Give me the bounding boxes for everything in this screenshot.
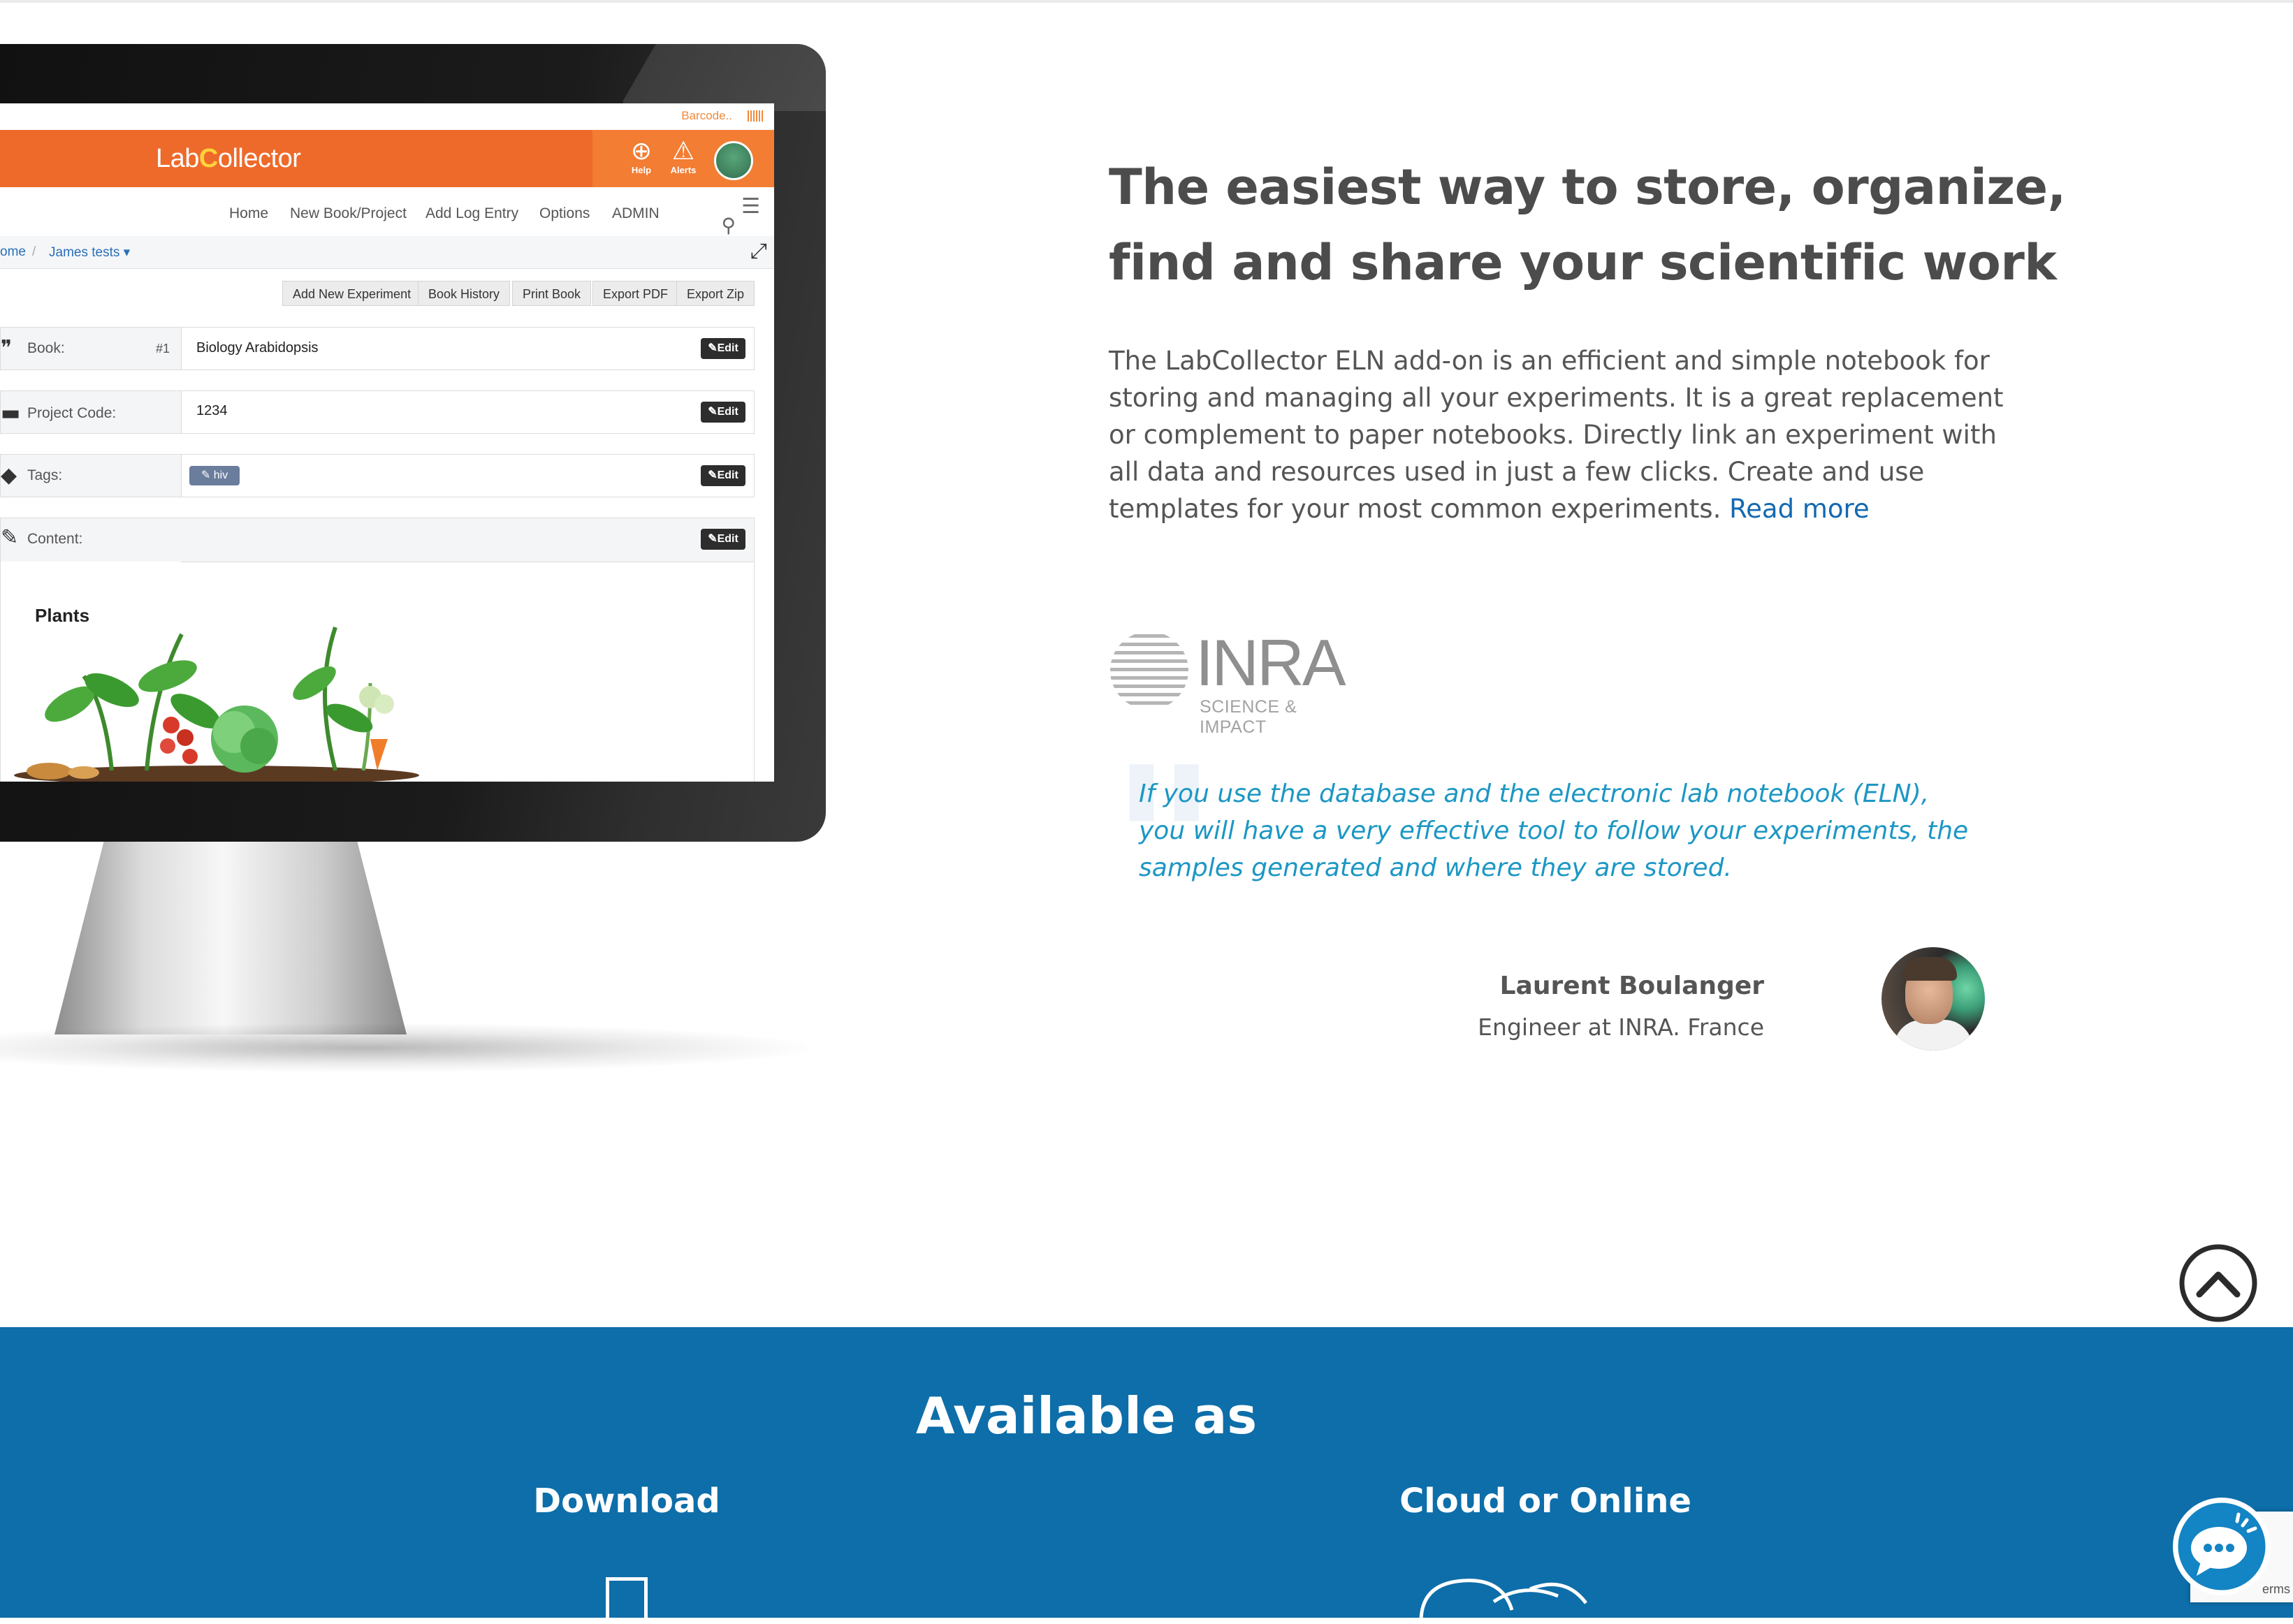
book-value: Biology Arabidopsis — [196, 340, 319, 356]
eln-description: The LabCollector ELN add-on is an effici… — [1109, 342, 2010, 527]
briefcase-icon: ▬ — [1, 401, 21, 425]
inra-logo-wordmark: INRA — [1195, 626, 1346, 699]
headline-line-2: find and share your scientific work — [1109, 234, 2057, 291]
avatar-shirt — [1894, 1020, 1972, 1051]
nav-options[interactable]: Options — [539, 205, 590, 222]
testimonial-quote: If you use the database and the electron… — [1139, 780, 1969, 882]
read-more-link[interactable]: Read more — [1729, 494, 1870, 524]
edit-content-button[interactable]: ✎Edit — [701, 529, 745, 550]
available-section — [0, 1327, 2293, 1618]
project-label: Project Code: — [27, 405, 117, 421]
cloud-icon[interactable] — [1418, 1575, 1642, 1624]
testimonial-author: Laurent Boulanger — [1499, 972, 1764, 1000]
breadcrumb-separator: / — [32, 244, 36, 259]
content-label: Content: — [27, 531, 83, 547]
add-experiment-button[interactable]: Add New Experiment — [282, 281, 422, 306]
available-title: Available as — [915, 1387, 1258, 1445]
edit-project-button[interactable]: ✎Edit — [701, 402, 745, 423]
chat-icon[interactable] — [2173, 1498, 2271, 1595]
action-buttons: Add New Experiment Book History Print Bo… — [0, 277, 774, 310]
barcode-icon[interactable] — [748, 110, 763, 122]
tag-icon: ◆ — [1, 463, 17, 488]
stand-shadow — [0, 1023, 810, 1072]
alerts-icon[interactable]: ⚠ Alerts — [662, 137, 704, 176]
book-label-cell: ❞ Book: #1 — [1, 328, 182, 370]
edit-tags-button[interactable]: ✎Edit — [701, 465, 745, 486]
project-value: 1234 — [196, 403, 228, 418]
breadcrumb: ome / James tests ▾ ⤢ — [0, 236, 774, 269]
content-label-cell: ✎ Content: — [1, 518, 182, 562]
barcode-bar: Barcode.. — [0, 103, 774, 131]
author-avatar — [1881, 947, 1985, 1051]
app-screenshot: Barcode.. LabCollector ⊕ Help ⚠ Alerts Hom… — [0, 103, 774, 782]
inra-logo-tagline: SCIENCE & IMPACT — [1200, 697, 1297, 737]
monitor-mockup: Barcode.. LabCollector ⊕ Help ⚠ Alerts Hom… — [0, 44, 826, 1034]
page-headline: The easiest way to store, organize, find… — [1109, 149, 2073, 300]
export-zip-button[interactable]: Export Zip — [676, 281, 755, 306]
project-row: ▬ Project Code: 1234 ✎Edit — [0, 390, 755, 434]
print-book-button[interactable]: Print Book — [512, 281, 592, 306]
book-label: Book: — [27, 340, 65, 356]
search-icon[interactable]: ⚲ — [721, 214, 736, 237]
testimonial-role: Engineer at INRA. France — [1478, 1014, 1764, 1041]
tag-chip[interactable]: ✎ hiv — [189, 466, 240, 485]
app-nav: Home New Book/Project Add Log Entry Opti… — [0, 187, 774, 237]
labcollector-logo[interactable]: LabCollector — [156, 144, 301, 174]
list-icon[interactable]: ☰ — [741, 194, 760, 219]
expand-icon[interactable]: ⤢ — [750, 239, 767, 263]
edit-doc-icon: ✎ — [1, 525, 19, 550]
nav-new-book[interactable]: New Book/Project — [290, 205, 407, 222]
book-number: #1 — [156, 342, 170, 356]
download-heading: Download — [533, 1482, 720, 1521]
monitor-stand — [54, 842, 407, 1034]
quote-icon: ❞ — [1, 336, 13, 360]
nav-home[interactable]: Home — [229, 205, 268, 222]
breadcrumb-current[interactable]: James tests ▾ — [49, 244, 130, 261]
recaptcha-terms[interactable]: erms — [2262, 1582, 2290, 1597]
user-avatar[interactable] — [714, 141, 753, 180]
monitor-glare — [623, 44, 826, 111]
breadcrumb-home[interactable]: ome — [0, 244, 26, 260]
headline-line-1: The easiest way to store, organize, — [1109, 159, 2066, 216]
content-header-fill — [181, 518, 754, 562]
nav-add-log[interactable]: Add Log Entry — [425, 205, 518, 222]
tags-row: ◆ Tags: ✎ hiv ✎Edit — [0, 454, 755, 497]
plants-illustration — [14, 627, 419, 782]
book-row: ❞ Book: #1 Biology Arabidopsis ✎Edit — [0, 327, 755, 370]
avatar-hair — [1902, 957, 1957, 981]
edit-book-button[interactable]: ✎Edit — [701, 338, 745, 359]
cloud-heading: Cloud or Online — [1399, 1482, 1691, 1521]
top-divider — [0, 0, 2293, 3]
help-icon[interactable]: ⊕ Help — [620, 137, 662, 176]
project-label-cell: ▬ Project Code: — [1, 391, 182, 433]
book-history-button[interactable]: Book History — [418, 281, 511, 306]
scroll-to-top-icon[interactable] — [2178, 1244, 2292, 1322]
app-header: LabCollector ⊕ Help ⚠ Alerts — [0, 130, 774, 187]
nav-admin[interactable]: ADMIN — [612, 205, 660, 222]
tags-label-cell: ◆ Tags: — [1, 455, 182, 497]
header-icon-group: ⊕ Help ⚠ Alerts — [592, 130, 774, 187]
inra-globe-icon — [1110, 631, 1188, 710]
inra-logo: INRA SCIENCE & IMPACT — [1109, 629, 1346, 737]
tags-label: Tags: — [27, 467, 63, 483]
download-icon[interactable] — [606, 1577, 648, 1621]
export-pdf-button[interactable]: Export PDF — [592, 281, 679, 306]
barcode-link[interactable]: Barcode.. — [681, 109, 732, 123]
